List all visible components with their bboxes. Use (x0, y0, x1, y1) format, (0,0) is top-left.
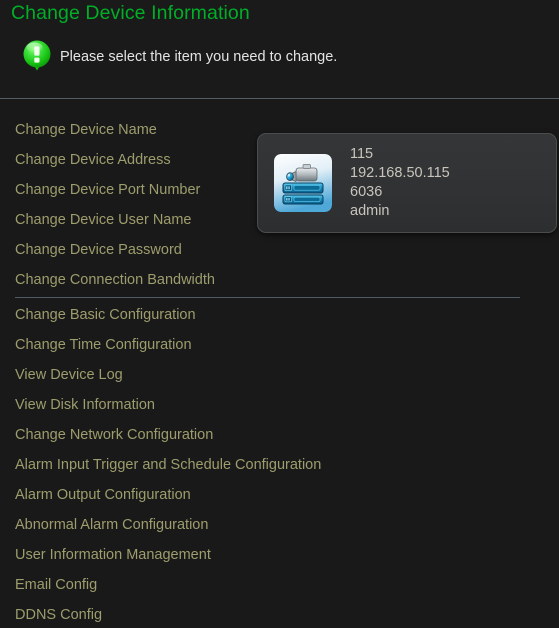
menu-item-change-connection-bandwidth[interactable]: Change Connection Bandwidth (15, 271, 215, 289)
page-title: Change Device Information (11, 2, 250, 24)
device-info-tooltip: 115 192.168.50.115 6036 admin (257, 133, 557, 233)
device-name-value: 115 (350, 146, 374, 162)
dvr-camera-icon (274, 154, 332, 212)
menu-item-alarm-output-configuration[interactable]: Alarm Output Configuration (15, 486, 191, 504)
menu-item-change-device-port-number[interactable]: Change Device Port Number (15, 181, 200, 199)
page-header: Change Device Information Please select … (0, 0, 559, 99)
menu-item-abnormal-alarm-configuration[interactable]: Abnormal Alarm Configuration (15, 516, 208, 534)
menu-item-change-time-configuration[interactable]: Change Time Configuration (15, 336, 192, 354)
menu-item-alarm-input-trigger-and-schedule-configuration[interactable]: Alarm Input Trigger and Schedule Configu… (15, 456, 321, 474)
info-balloon-icon (20, 39, 54, 75)
menu-item-user-information-management[interactable]: User Information Management (15, 546, 211, 564)
menu-item-change-network-configuration[interactable]: Change Network Configuration (15, 426, 213, 444)
menu-item-change-device-user-name[interactable]: Change Device User Name (15, 211, 192, 229)
menu-item-view-disk-information[interactable]: View Disk Information (15, 396, 155, 414)
menu-item-change-device-name[interactable]: Change Device Name (15, 121, 157, 139)
menu-item-ddns-config[interactable]: DDNS Config (15, 606, 102, 624)
menu-item-view-device-log[interactable]: View Device Log (15, 366, 123, 384)
menu-item-email-config[interactable]: Email Config (15, 576, 97, 594)
device-fields: 115 192.168.50.115 6036 admin (350, 145, 450, 221)
device-address-value: 192.168.50.115 (350, 165, 450, 181)
subtitle-text: Please select the item you need to chang… (60, 49, 338, 65)
device-port-value: 6036 (350, 184, 383, 200)
group-divider (15, 297, 520, 298)
menu-item-change-basic-configuration[interactable]: Change Basic Configuration (15, 306, 196, 324)
subtitle-row: Please select the item you need to chang… (20, 38, 337, 74)
device-user-value: admin (350, 203, 390, 219)
menu-item-change-device-password[interactable]: Change Device Password (15, 241, 182, 259)
menu-item-change-device-address[interactable]: Change Device Address (15, 151, 171, 169)
